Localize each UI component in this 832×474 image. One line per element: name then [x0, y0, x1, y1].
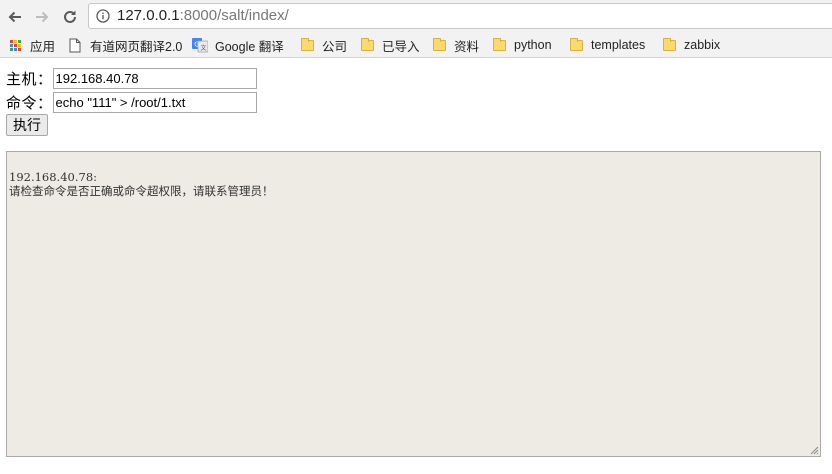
bookmark-label: Google 翻译	[215, 39, 284, 54]
command-row: 命令：	[6, 92, 257, 113]
output-host-line: 192.168.40.78:	[9, 170, 98, 184]
folder-icon	[661, 37, 677, 53]
bookmark-folder-company[interactable]: 公司	[299, 36, 347, 54]
reload-icon	[64, 10, 76, 23]
folder-icon	[568, 37, 584, 53]
bookmark-folder-imported[interactable]: 已导入	[359, 36, 420, 54]
forward-button[interactable]	[32, 7, 52, 27]
host-label: 主机：	[6, 71, 53, 88]
apps-grid-icon	[7, 37, 23, 53]
host-row: 主机：	[6, 68, 257, 89]
bookmark-google-translate[interactable]: G 文 Google 翻译	[192, 36, 284, 54]
host-input[interactable]	[52, 68, 257, 89]
back-arrow-icon	[8, 11, 21, 23]
svg-text:G: G	[194, 41, 199, 49]
folder-icon	[299, 37, 315, 53]
command-input[interactable]	[52, 92, 257, 113]
bookmark-label: 公司	[322, 39, 348, 54]
bookmark-label: 有道网页翻译2.0	[90, 39, 183, 54]
url-text: 127.0.0.1:8000/salt/index/	[117, 7, 289, 25]
command-label: 命令：	[6, 95, 53, 112]
bookmark-folder-materials[interactable]: 资料	[431, 36, 479, 54]
bookmark-folder-python[interactable]: python	[491, 36, 552, 54]
google-translate-icon: G 文	[192, 37, 208, 53]
bookmarks-bar: 应用 有道网页翻译2.0 G 文 Google 翻译 公司 已导入 资料 pyt…	[0, 33, 832, 58]
back-button[interactable]	[5, 7, 25, 27]
bookmark-folder-templates[interactable]: templates	[568, 36, 645, 54]
url-path: :8000/salt/index/	[179, 7, 289, 24]
reload-button[interactable]	[60, 7, 80, 27]
bookmark-label: 应用	[30, 39, 56, 54]
folder-icon	[491, 37, 507, 53]
bookmark-label: python	[514, 38, 552, 52]
svg-text:文: 文	[201, 44, 207, 52]
bookmark-youdao[interactable]: 有道网页翻译2.0	[67, 36, 182, 54]
browser-toolbar: 127.0.0.1:8000/salt/index/	[0, 0, 832, 33]
bookmark-folder-zabbix[interactable]: zabbix	[661, 36, 720, 54]
bookmark-apps[interactable]: 应用	[7, 36, 55, 54]
url-host: 127.0.0.1	[117, 7, 180, 24]
execute-button[interactable]: 执行	[6, 114, 48, 136]
bookmark-label: 资料	[454, 39, 480, 54]
output-textarea[interactable]: 192.168.40.78: 请检查命令是否正确或命令超权限，请联系管理员！	[6, 151, 821, 457]
bookmark-label: templates	[591, 38, 646, 52]
page-content: 主机： 命令： 执行 192.168.40.78: 请检查命令是否正确或命令超权…	[0, 58, 832, 474]
folder-icon	[431, 37, 447, 53]
info-icon[interactable]	[96, 9, 110, 28]
bookmark-label: 已导入	[382, 39, 420, 54]
bookmark-label: zabbix	[684, 38, 721, 52]
resize-handle-icon[interactable]	[809, 445, 819, 455]
address-bar[interactable]: 127.0.0.1:8000/salt/index/	[88, 3, 832, 29]
output-message-line: 请检查命令是否正确或命令超权限，请联系管理员！	[9, 184, 274, 198]
folder-icon	[359, 37, 375, 53]
page-icon	[67, 37, 83, 53]
forward-arrow-icon	[36, 11, 49, 23]
